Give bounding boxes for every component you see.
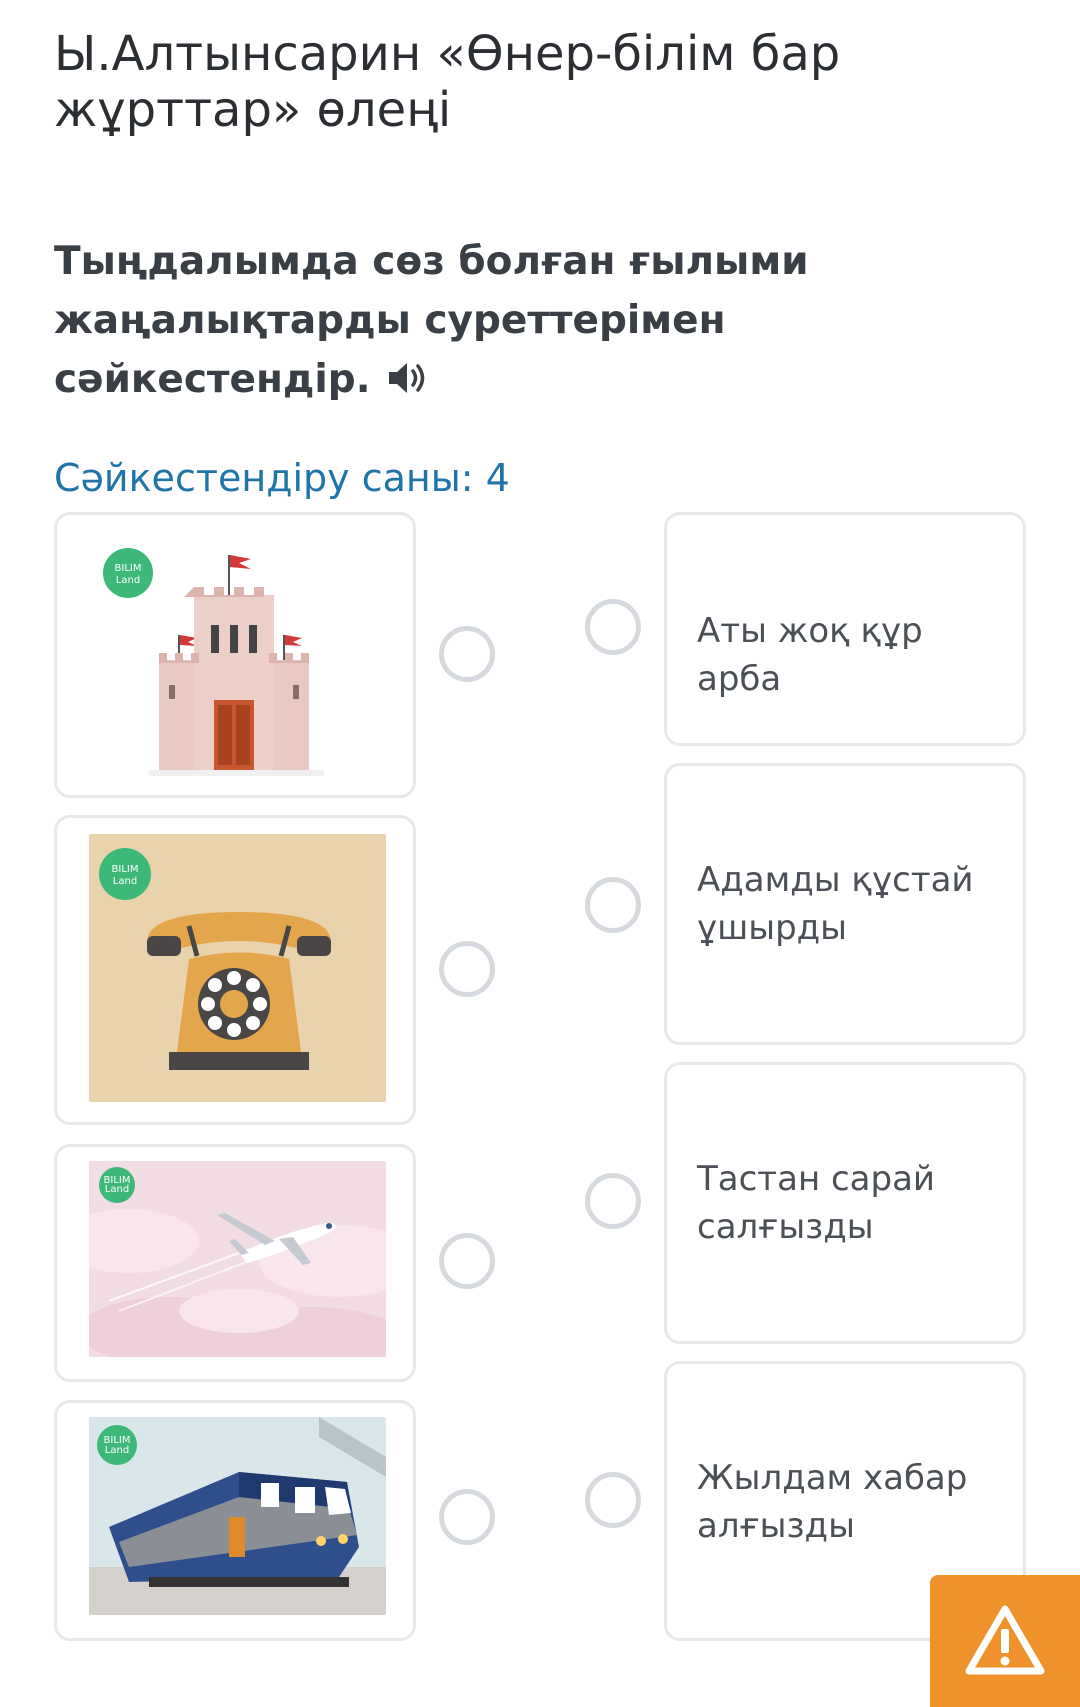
image-card-train[interactable]: BILIM Land: [54, 1400, 416, 1641]
text-card-label: Жылдам хабар алғызды: [697, 1458, 968, 1546]
badge-label-land: Land: [113, 876, 137, 887]
warning-icon: [965, 1605, 1045, 1675]
text-card-label: Тастан сарай салғызды: [697, 1159, 936, 1247]
question-text-content: Тыңдалымда сөз болған ғылыми жаңалықтард…: [54, 239, 809, 402]
speaker-icon[interactable]: [387, 354, 431, 393]
image-card-telephone[interactable]: BILIM Land: [54, 815, 416, 1125]
text-card-1[interactable]: Аты жоқ құр арба: [664, 512, 1026, 746]
bilim-land-logo: BILIM Land: [103, 548, 153, 598]
image-card-airplane[interactable]: BILIM Land: [54, 1144, 416, 1382]
text-radio-1[interactable]: [585, 599, 641, 655]
image-card-castle[interactable]: BILIM Land: [54, 512, 416, 798]
report-problem-button[interactable]: [930, 1575, 1080, 1707]
image-radio-1[interactable]: [439, 626, 495, 682]
badge-label-bilim: BILIM: [115, 563, 142, 574]
text-radio-4[interactable]: [585, 1472, 641, 1528]
image-radio-3[interactable]: [439, 1233, 495, 1289]
badge-label-bilim: BILIM: [112, 864, 139, 875]
train-image: BILIM Land: [89, 1417, 386, 1615]
text-radio-2[interactable]: [585, 877, 641, 933]
castle-image: BILIM Land: [89, 525, 386, 783]
badge-label-land: Land: [105, 1184, 129, 1195]
text-card-2[interactable]: Адамды құстай ұшырды: [664, 763, 1026, 1045]
bilim-land-logo: BILIM Land: [97, 1425, 137, 1465]
text-card-3[interactable]: Тастан сарай салғызды: [664, 1062, 1026, 1344]
page-title: Ы.Алтынсарин «Өнер-білім бар жұрттар» өл…: [54, 26, 841, 138]
badge-label-land: Land: [116, 575, 140, 586]
text-radio-3[interactable]: [585, 1173, 641, 1229]
bilim-land-logo: BILIM Land: [99, 848, 151, 900]
telephone-image: BILIM Land: [89, 834, 386, 1102]
question-text: Тыңдалымда сөз болған ғылыми жаңалықтард…: [54, 232, 954, 409]
text-card-label: Аты жоқ құр арба: [697, 611, 923, 699]
image-radio-2[interactable]: [439, 941, 495, 997]
image-radio-4[interactable]: [439, 1489, 495, 1545]
bilim-land-logo: BILIM Land: [99, 1167, 135, 1203]
match-count: Сәйкестендіру саны: 4: [54, 456, 510, 500]
airplane-image: BILIM Land: [89, 1161, 386, 1357]
text-card-label: Адамды құстай ұшырды: [697, 860, 974, 948]
badge-label-land: Land: [105, 1445, 129, 1456]
